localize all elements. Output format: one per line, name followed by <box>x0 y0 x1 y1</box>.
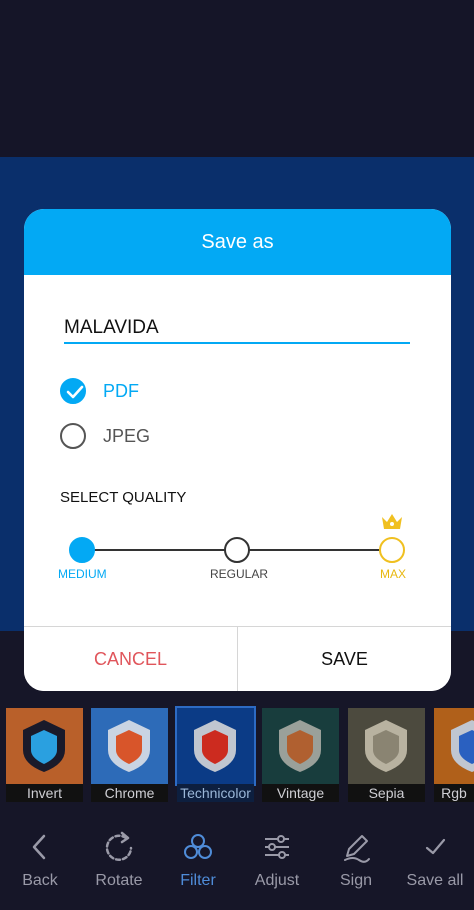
filter-sepia[interactable]: Sepia <box>348 706 425 802</box>
rotate-icon <box>105 831 133 861</box>
document-area-top <box>0 0 474 157</box>
rotate-button[interactable]: Rotate <box>79 820 159 900</box>
shield-logo-icon <box>365 720 407 772</box>
save-all-label: Save all <box>406 872 464 889</box>
sign-label: Sign <box>339 872 373 889</box>
shield-logo-icon <box>108 720 150 772</box>
filter-label: Vintage <box>262 784 339 802</box>
cancel-button[interactable]: CANCEL <box>24 627 237 691</box>
filter-label: Invert <box>6 784 83 802</box>
adjust-button[interactable]: Adjust <box>237 820 317 900</box>
filter-chrome[interactable]: Chrome <box>91 706 168 802</box>
filter-label: Filter <box>180 872 216 889</box>
pen-icon <box>344 835 370 863</box>
shield-logo-icon <box>194 720 236 772</box>
filter-thumbnail <box>262 708 339 784</box>
filter-thumbnail <box>434 708 474 784</box>
back-button[interactable]: Back <box>0 820 80 900</box>
format-option-pdf[interactable]: PDF <box>60 377 139 405</box>
filter-button[interactable]: Filter <box>158 820 238 900</box>
quality-title: SELECT QUALITY <box>60 489 187 506</box>
filter-icon <box>184 834 212 859</box>
filename-input[interactable] <box>64 314 410 344</box>
format-option-jpeg[interactable]: JPEG <box>60 422 150 450</box>
check-icon <box>425 838 446 855</box>
filter-strip: Invert Chrome Technicolor Vintage Sepia … <box>0 706 474 802</box>
crown-icon <box>382 514 402 529</box>
quality-slider[interactable]: MEDIUM REGULAR MAX <box>58 509 420 584</box>
radio-unchecked-icon[interactable] <box>60 423 86 449</box>
sliders-icon <box>265 835 289 859</box>
filter-thumbnail <box>175 706 256 786</box>
filter-vintage[interactable]: Vintage <box>262 706 339 802</box>
dialog-title: Save as <box>24 209 451 275</box>
format-label-jpeg: JPEG <box>103 425 151 446</box>
save-button[interactable]: SAVE <box>237 627 451 691</box>
radio-checked-icon[interactable] <box>60 378 86 404</box>
filter-rgb[interactable]: Rgb <box>434 706 474 802</box>
quality-stop-regular[interactable] <box>224 537 250 563</box>
save-as-dialog: Save as PDF JPEG SELECT QUALITY MEDIUM R… <box>24 209 451 691</box>
shield-logo-icon <box>23 720 65 772</box>
adjust-label: Adjust <box>254 872 300 889</box>
format-label-pdf: PDF <box>103 380 139 401</box>
filter-thumbnail <box>348 708 425 784</box>
shield-logo-icon <box>451 720 474 772</box>
filter-thumbnail <box>6 708 83 784</box>
rotate-label: Rotate <box>95 872 143 889</box>
sign-button[interactable]: Sign <box>316 820 396 900</box>
filter-technicolor[interactable]: Technicolor <box>175 706 256 802</box>
shield-logo-icon <box>279 720 321 772</box>
save-all-button[interactable]: Save all <box>395 820 474 900</box>
filter-invert[interactable]: Invert <box>6 706 83 802</box>
chevron-left-icon <box>32 834 46 860</box>
filter-label: Technicolor <box>177 784 254 802</box>
quality-stop-max[interactable] <box>379 537 405 563</box>
dialog-actions: CANCEL SAVE <box>24 626 451 691</box>
quality-stop-medium[interactable] <box>69 537 95 563</box>
quality-label-medium: MEDIUM <box>58 567 107 581</box>
quality-label-max: MAX <box>380 567 407 581</box>
quality-label-regular: REGULAR <box>210 567 269 581</box>
filter-label: Rgb <box>434 784 474 802</box>
filter-thumbnail <box>91 708 168 784</box>
filter-label: Chrome <box>91 784 168 802</box>
back-label: Back <box>22 872 58 889</box>
filter-label: Sepia <box>348 784 425 802</box>
bottom-toolbar: Back Rotate Filter Adjust Sign Save all <box>0 820 474 910</box>
